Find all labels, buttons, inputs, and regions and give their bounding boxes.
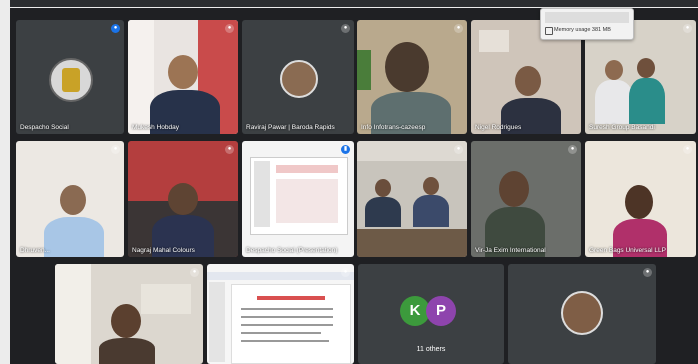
- memory-usage-tooltip: Memory usage 381 MB: [540, 8, 634, 40]
- memory-usage-text: Memory usage 381 MB: [554, 27, 611, 33]
- participant-tile[interactable]: ● Dhruven...: [16, 141, 124, 257]
- mic-off-icon: ●: [643, 268, 652, 277]
- speaking-icon: ●: [111, 24, 120, 33]
- others-label: 11 others: [416, 346, 446, 353]
- participant-tile[interactable]: ● Info Infotrans-cazeesp: [357, 20, 467, 134]
- participant-name: Vir-Ja Exim International: [475, 247, 546, 254]
- participant-tile[interactable]: ●: [357, 141, 467, 257]
- participant-tile[interactable]: ●: [508, 264, 656, 364]
- mic-off-icon: ●: [111, 145, 120, 154]
- speaking-icon: ▮: [341, 145, 350, 154]
- participant-tile[interactable]: ● Despacho Social: [16, 20, 124, 134]
- participant-name: Mukesh Hobday: [132, 124, 179, 131]
- participant-tile[interactable]: ● Green Bags Universal LLP: [585, 141, 696, 257]
- participant-name: Green Bags Universal LLP: [589, 247, 666, 254]
- participant-name: Nigel Rodrigues: [475, 124, 522, 131]
- participant-tile[interactable]: ● Mukesh Hobday: [128, 20, 238, 134]
- participant-name: Despacho Social (Presentation): [246, 247, 338, 254]
- tab-preview-thumbnail: [545, 12, 629, 23]
- mic-off-icon: ●: [341, 268, 350, 277]
- participant-tile[interactable]: ●: [207, 264, 354, 364]
- mic-off-icon: ●: [683, 145, 692, 154]
- mic-off-icon: ●: [568, 145, 577, 154]
- mic-off-icon: ●: [454, 24, 463, 33]
- participant-tile[interactable]: ● Raviraj Pawar | Baroda Rapids: [242, 20, 354, 134]
- participant-tile[interactable]: ● Nagraj Mahal Colours: [128, 141, 238, 257]
- participant-name: Raviraj Pawar | Baroda Rapids: [246, 124, 335, 131]
- participant-name: Suresh Group Basandi: [589, 124, 655, 131]
- mic-off-icon: ●: [683, 24, 692, 33]
- participant-grid: ● Despacho Social ● Mukesh Hobday ● Ravi…: [10, 8, 698, 364]
- mic-off-icon: ●: [225, 145, 234, 154]
- meeting-window: ● Despacho Social ● Mukesh Hobday ● Ravi…: [0, 0, 698, 364]
- mic-off-icon: ●: [190, 268, 199, 277]
- avatar: P: [426, 296, 456, 326]
- participant-name: Despacho Social: [20, 124, 69, 131]
- participant-name: Nagraj Mahal Colours: [132, 247, 195, 254]
- participant-tile[interactable]: ●: [55, 264, 203, 364]
- others-tile[interactable]: K P 11 others: [358, 264, 504, 364]
- top-bar: [10, 0, 698, 7]
- participant-tile[interactable]: ● Vir-Ja Exim International: [471, 141, 581, 257]
- mic-off-icon: ●: [454, 145, 463, 154]
- mic-off-icon: ●: [341, 24, 350, 33]
- memory-icon: [545, 27, 553, 35]
- participant-logo: [49, 58, 93, 102]
- participant-tile[interactable]: ▮ Despacho Social (Presentation): [242, 141, 354, 257]
- participant-name: Info Infotrans-cazeesp: [361, 124, 426, 131]
- participant-name: Dhruven...: [20, 247, 50, 254]
- mic-off-icon: ●: [225, 24, 234, 33]
